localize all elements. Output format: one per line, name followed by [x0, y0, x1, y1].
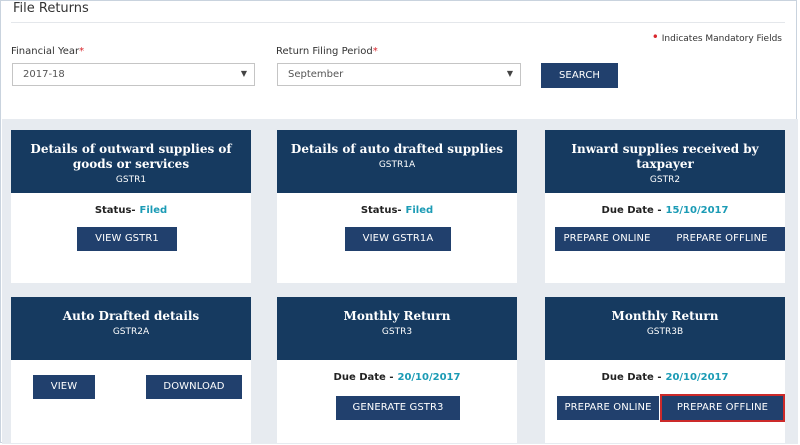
card-header: Details of auto drafted supplies GSTR1A — [277, 130, 517, 193]
card-title: Details of outward supplies of goods or … — [30, 142, 232, 171]
card-header: Monthly Return GSTR3 — [277, 297, 517, 360]
generate-gstr3-button[interactable]: GENERATE GSTR3 — [336, 396, 460, 420]
due-date-label: Due Date - — [601, 205, 662, 216]
card-header: Auto Drafted details GSTR2A — [11, 297, 251, 360]
financial-year-label-text: Financial Year — [11, 46, 80, 57]
card-gstr3b: Monthly Return GSTR3B Due Date -20/10/20… — [545, 297, 785, 443]
card-title: Auto Drafted details — [62, 309, 200, 323]
prepare-offline-button[interactable]: PREPARE OFFLINE — [660, 394, 785, 422]
download-button[interactable]: DOWNLOAD — [146, 375, 242, 399]
financial-year-label: Financial Year* — [11, 46, 84, 57]
card-body: Status- Filed VIEW GSTR1 — [11, 193, 251, 283]
due-date-line: Due Date -15/10/2017 — [545, 205, 785, 216]
status-line: Status- Filed — [277, 205, 517, 216]
prepare-online-button[interactable]: PREPARE ONLINE — [557, 396, 659, 420]
card-gstr1: Details of outward supplies of goods or … — [11, 130, 251, 283]
card-title: Monthly Return — [343, 309, 451, 323]
card-header: Inward supplies received by taxpayer GST… — [545, 130, 785, 193]
return-period-select[interactable]: September ▼ — [277, 63, 521, 86]
required-star: * — [372, 46, 378, 57]
required-star: * — [79, 46, 85, 57]
return-period-label: Return Filing Period* — [276, 46, 378, 57]
required-dot-icon: • — [651, 30, 659, 44]
card-gstr2: Inward supplies received by taxpayer GST… — [545, 130, 785, 283]
dropdown-arrow-icon: ▼ — [240, 69, 247, 78]
due-date-label: Due Date - — [601, 372, 662, 383]
card-gstr1a: Details of auto drafted supplies GSTR1A … — [277, 130, 517, 283]
view-gstr1a-button[interactable]: VIEW GSTR1A — [345, 227, 451, 251]
prepare-online-button[interactable]: PREPARE ONLINE — [555, 227, 659, 251]
view-button[interactable]: VIEW — [33, 375, 95, 399]
card-body: VIEW DOWNLOAD — [11, 360, 251, 445]
card-code: GSTR1 — [115, 175, 147, 185]
due-date-value: 20/10/2017 — [665, 372, 729, 383]
card-title: Inward supplies received by taxpayer — [571, 142, 759, 171]
due-date-label: Due Date - — [333, 372, 394, 383]
card-body: Due Date -15/10/2017 PREPARE ONLINE PREP… — [545, 193, 785, 283]
due-date-value: 15/10/2017 — [665, 205, 729, 216]
card-body: Due Date -20/10/2017 GENERATE GSTR3 — [277, 360, 517, 445]
status-value: Filed — [405, 205, 434, 216]
return-period-label-text: Return Filing Period — [276, 46, 373, 57]
status-label: Status- — [360, 205, 402, 216]
mandatory-text: Indicates Mandatory Fields — [661, 34, 782, 44]
return-period-value: September — [288, 69, 344, 80]
card-code: GSTR3B — [646, 327, 684, 337]
file-returns-panel: File Returns • Indicates Mandatory Field… — [0, 0, 798, 444]
title-divider — [11, 22, 785, 23]
financial-year-select[interactable]: 2017-18 ▼ — [12, 63, 255, 86]
card-header: Monthly Return GSTR3B — [545, 297, 785, 360]
search-button[interactable]: SEARCH — [541, 63, 618, 88]
status-label: Status- — [94, 205, 136, 216]
card-title: Details of auto drafted supplies — [290, 142, 504, 156]
card-header: Details of outward supplies of goods or … — [11, 130, 251, 193]
due-date-line: Due Date -20/10/2017 — [277, 372, 517, 383]
financial-year-value: 2017-18 — [23, 69, 65, 80]
prepare-offline-button[interactable]: PREPARE OFFLINE — [659, 227, 785, 251]
card-code: GSTR2 — [649, 175, 681, 185]
page-title: File Returns — [13, 1, 89, 16]
card-code: GSTR2A — [112, 327, 150, 337]
card-title: Monthly Return — [611, 309, 719, 323]
card-body: Due Date -20/10/2017 PREPARE ONLINE PREP… — [545, 360, 785, 445]
due-date-value: 20/10/2017 — [397, 372, 461, 383]
card-code: GSTR3 — [381, 327, 413, 337]
card-code: GSTR1A — [378, 160, 416, 170]
card-body: Status- Filed VIEW GSTR1A — [277, 193, 517, 283]
status-line: Status- Filed — [11, 205, 251, 216]
card-gstr2a: Auto Drafted details GSTR2A VIEW DOWNLOA… — [11, 297, 251, 443]
mandatory-note: • Indicates Mandatory Fields — [652, 30, 782, 44]
view-gstr1-button[interactable]: VIEW GSTR1 — [77, 227, 177, 251]
status-value: Filed — [139, 205, 168, 216]
dropdown-arrow-icon: ▼ — [506, 69, 513, 78]
due-date-line: Due Date -20/10/2017 — [545, 372, 785, 383]
card-gstr3: Monthly Return GSTR3 Due Date -20/10/201… — [277, 297, 517, 443]
